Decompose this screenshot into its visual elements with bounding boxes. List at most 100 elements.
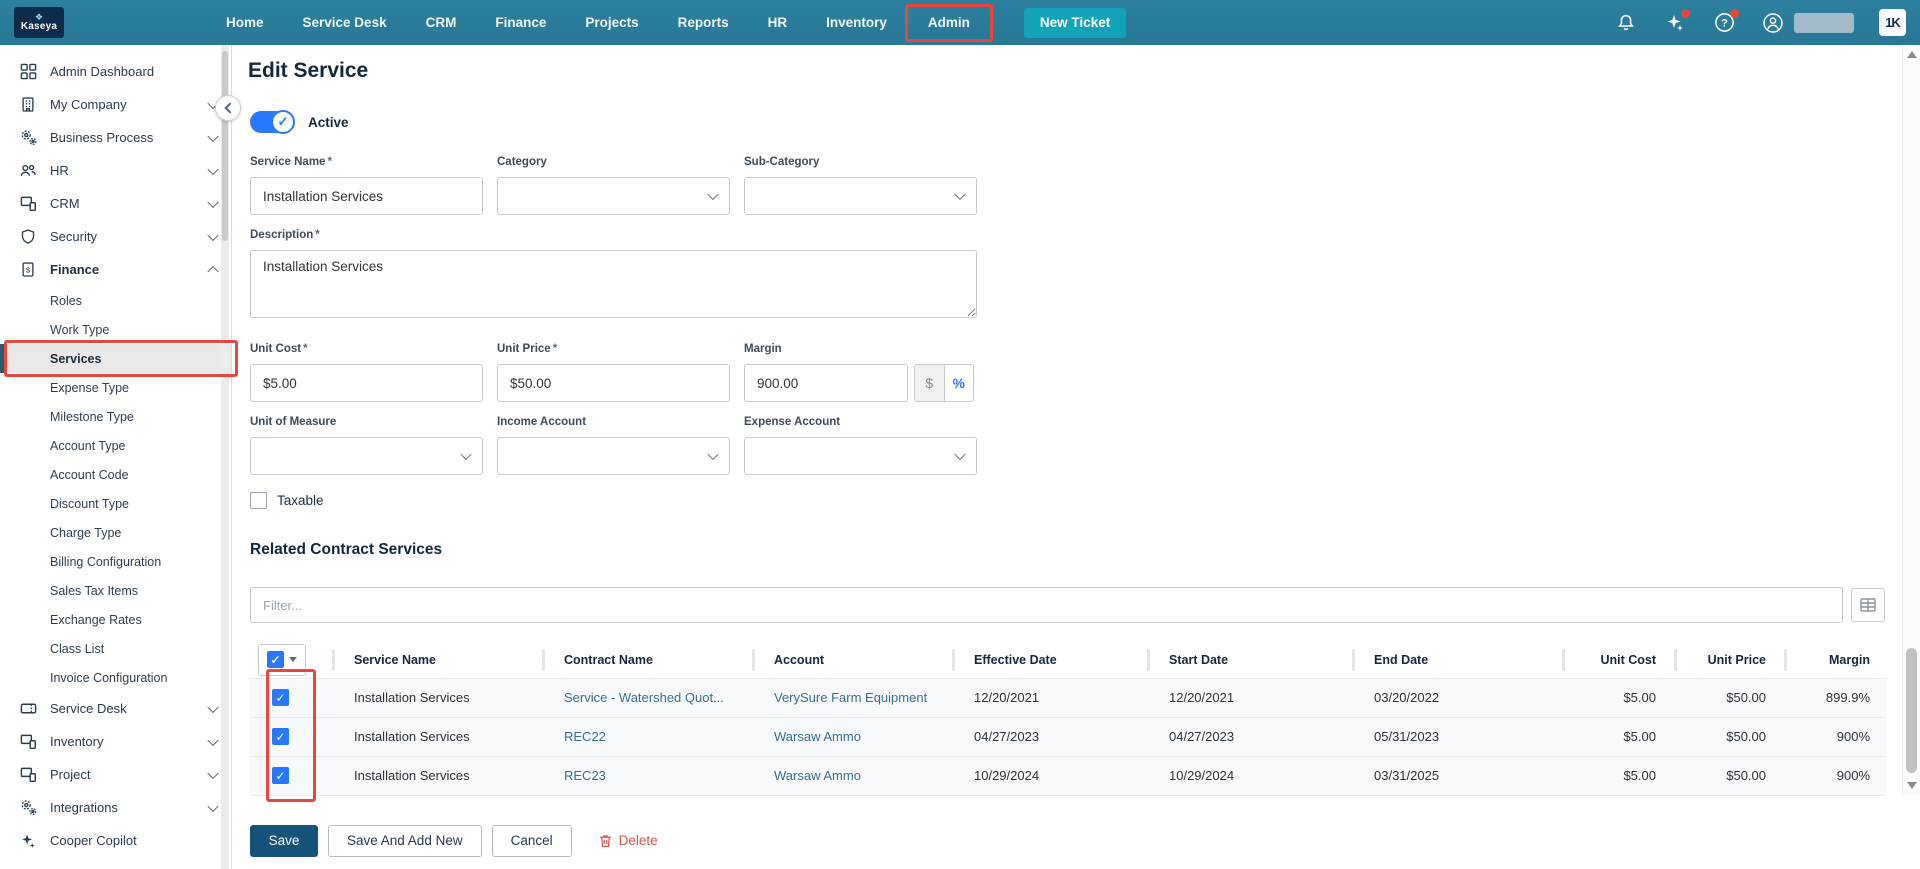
cell-account: Warsaw Ammo [750,756,950,795]
sidebar-item-service-desk[interactable]: Service Desk [0,692,231,725]
sidebar-item-hr[interactable]: HR [0,154,231,187]
contract-link[interactable]: Service - Watershed Quot... [564,690,724,705]
col-margin[interactable]: Margin [1782,642,1886,678]
col-unit-cost[interactable]: Unit Cost [1560,642,1672,678]
sidebar-item-admin-dashboard[interactable]: Admin Dashboard [0,55,231,88]
sidebar-item-class-list[interactable]: Class List [0,634,231,663]
sidebar-collapse-button[interactable] [215,95,241,121]
sidebar-scrollbar[interactable] [221,45,229,869]
margin-input[interactable] [744,364,908,402]
save-and-add-new-button[interactable]: Save And Add New [328,825,482,857]
chevron-up-icon [207,265,218,276]
scroll-down-icon[interactable] [1907,782,1917,789]
sidebar-item-invoice-configuration[interactable]: Invoice Configuration [0,663,231,692]
cancel-button[interactable]: Cancel [492,825,572,857]
sidebar-item-cooper-copilot[interactable]: Cooper Copilot [0,824,231,857]
nav-inventory[interactable]: Inventory [826,15,887,30]
nav-finance[interactable]: Finance [495,15,546,30]
cell-service-name: Installation Services [330,678,540,717]
table-filter-input[interactable] [250,587,1843,623]
bell-icon[interactable] [1614,11,1638,35]
row-checkbox[interactable]: ✓ [272,728,289,745]
col-start-date[interactable]: Start Date [1145,642,1350,678]
expense-account-select[interactable] [744,437,977,475]
contract-link[interactable]: REC23 [564,768,606,783]
sidebar-scrollbar-thumb[interactable] [222,51,228,241]
col-contract-name[interactable]: Contract Name [540,642,750,678]
nav-crm[interactable]: CRM [426,15,457,30]
taxable-checkbox[interactable] [250,492,267,509]
unit-price-input[interactable] [497,364,730,402]
sidebar-item-charge-type[interactable]: Charge Type [0,518,231,547]
delete-button[interactable]: Delete [598,833,658,849]
svg-text:$: $ [26,266,31,275]
copilot-sparkles-icon[interactable] [1663,11,1687,35]
nav-service-desk[interactable]: Service Desk [303,15,387,30]
col-unit-price[interactable]: Unit Price [1672,642,1782,678]
contract-link[interactable]: REC22 [564,729,606,744]
select-all-dropdown[interactable]: ✓ [258,644,306,676]
unit-cost-input[interactable] [250,364,483,402]
margin-dollar-button[interactable]: $ [915,365,945,401]
profile-icon[interactable] [1761,11,1785,35]
category-select[interactable] [497,177,730,215]
sidebar-item-security[interactable]: Security [0,220,231,253]
nav-hr[interactable]: HR [768,15,788,30]
kaseya-logo[interactable]: ❖ Kaseya [14,7,64,38]
select-all-checkbox[interactable]: ✓ [267,651,284,668]
sub-category-select[interactable] [744,177,977,215]
col-effective-date[interactable]: Effective Date [950,642,1145,678]
margin-percent-button[interactable]: % [945,365,974,401]
sidebar-item-integrations[interactable]: Integrations [0,791,231,824]
scrollbar-thumb[interactable] [1906,648,1917,773]
sidebar-item-account-type[interactable]: Account Type [0,431,231,460]
account-link[interactable]: VerySure Farm Equipment [774,690,927,705]
sidebar-item-roles[interactable]: Roles [0,286,231,315]
unit-cost-label: Unit Cost* [250,343,483,357]
sidebar-item-account-code[interactable]: Account Code [0,460,231,489]
col-end-date[interactable]: End Date [1350,642,1560,678]
service-name-input[interactable] [250,177,483,215]
row-checkbox[interactable]: ✓ [272,767,289,784]
column-chooser-icon[interactable] [1851,588,1885,622]
nav-admin[interactable]: Admin [928,15,970,30]
username-redacted [1794,13,1854,33]
sidebar-item-exchange-rates[interactable]: Exchange Rates [0,605,231,634]
row-checkbox[interactable]: ✓ [272,689,289,706]
sidebar-item-billing-configuration[interactable]: Billing Configuration [0,547,231,576]
table-row: ✓ Installation Services REC22 Warsaw Amm… [250,717,1886,756]
save-button[interactable]: Save [250,825,318,857]
sidebar-item-expense-type[interactable]: Expense Type [0,373,231,402]
unit-of-measure-select[interactable] [250,437,483,475]
description-textarea[interactable]: Installation Services [250,250,977,318]
sidebar-item-project[interactable]: Project [0,758,231,791]
sidebar-item-milestone-type[interactable]: Milestone Type [0,402,231,431]
kaseya-brand-text: Kaseya [21,21,57,32]
account-link[interactable]: Warsaw Ammo [774,729,861,744]
kaseya-k-icon[interactable]: 1K [1879,9,1906,36]
sidebar-item-crm[interactable]: CRM [0,187,231,220]
nav-projects[interactable]: Projects [585,15,638,30]
sidebar-item-my-company[interactable]: My Company [0,88,231,121]
active-toggle[interactable]: ✓ [250,111,292,133]
sidebar-item-services[interactable]: Services [0,344,231,373]
sidebar-item-business-process[interactable]: Business Process [0,121,231,154]
nav-home[interactable]: Home [226,15,264,30]
sidebar-item-sales-tax-items[interactable]: Sales Tax Items [0,576,231,605]
page-scrollbar[interactable] [1902,45,1920,795]
account-link[interactable]: Warsaw Ammo [774,768,861,783]
gears-icon [18,129,38,147]
scroll-up-icon[interactable] [1907,51,1917,58]
sidebar-item-discount-type[interactable]: Discount Type [0,489,231,518]
income-account-select[interactable] [497,437,730,475]
new-ticket-button[interactable]: New Ticket [1024,8,1126,38]
col-service-name[interactable]: Service Name [330,642,540,678]
nav-reports[interactable]: Reports [678,15,729,30]
col-account[interactable]: Account [750,642,950,678]
sidebar-item-finance[interactable]: $ Finance [0,253,231,286]
help-icon[interactable]: ? [1712,11,1736,35]
unit-price-label: Unit Price* [497,343,730,357]
sidebar-item-inventory[interactable]: Inventory [0,725,231,758]
cell-contract-name: Service - Watershed Quot... [540,678,750,717]
sidebar-item-work-type[interactable]: Work Type [0,315,231,344]
